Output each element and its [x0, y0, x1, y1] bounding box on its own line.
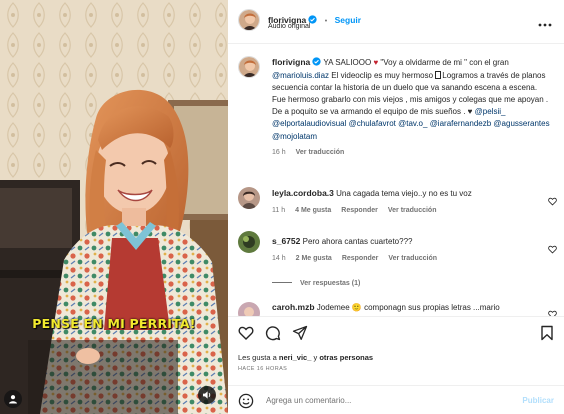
post-time-ago[interactable]: HACE 16 HORAS — [238, 366, 287, 372]
send-icon — [292, 325, 308, 340]
comment-item: s_6752 Pero ahora cantas cuarteto??? 14 … — [272, 236, 542, 289]
mention-link[interactable]: @mojolatam — [272, 132, 317, 141]
share-button[interactable] — [292, 325, 308, 346]
comment-avatar[interactable] — [238, 302, 260, 316]
post-panel: florivigna • Seguir Audio original flori… — [228, 0, 564, 414]
comment-reply-button[interactable]: Responder — [342, 253, 379, 264]
emoji-button[interactable] — [238, 393, 254, 414]
comment-avatar[interactable] — [238, 187, 260, 209]
heart-icon — [548, 245, 557, 254]
bookmark-icon — [541, 325, 553, 341]
comment-username[interactable]: s_6752 — [272, 236, 300, 246]
comment-item: leyla.cordoba.3 Una cagada tema viejo..y… — [272, 188, 542, 216]
mute-button[interactable] — [198, 386, 216, 404]
mention-link[interactable]: @tav.o_ — [398, 119, 427, 128]
like-button[interactable] — [238, 325, 254, 346]
header-separator: • — [324, 18, 328, 25]
mention-link[interactable]: @chulafavrot — [349, 119, 396, 128]
audio-label[interactable]: Audio original — [268, 23, 310, 30]
comment-like-button[interactable] — [548, 241, 557, 259]
comment-likes[interactable]: 2 Me gusta — [296, 253, 332, 264]
user-tag-button[interactable] — [4, 390, 22, 408]
comment-item-partial: caroh.mzb Jodemee 🙂 componagn sus propia… — [228, 298, 564, 316]
post-header: florivigna • Seguir Audio original — [228, 0, 564, 44]
comment-text: Una cagada tema viejo..y no es tu voz — [336, 189, 472, 198]
emoji-icon — [238, 393, 254, 409]
add-comment-bar: Agrega un comentario... Publicar — [228, 385, 564, 414]
likes-prefix: Les gusta a — [238, 353, 279, 362]
comment-translate-button[interactable]: Ver traducción — [388, 205, 437, 216]
comment-avatar[interactable] — [238, 231, 260, 253]
caption-translate-link[interactable]: Ver traducción — [296, 147, 345, 159]
comment-translate-button[interactable]: Ver traducción — [388, 253, 437, 264]
liked-by-others[interactable]: otras personas — [319, 353, 373, 362]
comment-reply-button[interactable]: Responder — [341, 205, 378, 216]
emoji-icon: 🙂 — [351, 303, 362, 312]
comment-like-button[interactable] — [548, 193, 557, 211]
comment-username[interactable]: caroh.mzb — [272, 302, 315, 312]
missing-emoji-icon — [435, 71, 442, 80]
mention-link[interactable]: @iarafernandezb — [430, 119, 492, 128]
heart-icon — [548, 197, 557, 206]
caption-text-1: YA SALIOOO — [321, 58, 374, 67]
comment-time[interactable]: 11 h — [272, 205, 285, 216]
caption-time[interactable]: 16 h — [272, 147, 286, 159]
save-button[interactable] — [540, 325, 554, 346]
more-options-button[interactable] — [538, 14, 552, 32]
mention-link[interactable]: @marioluis.diaz — [272, 71, 329, 80]
comment-like-button[interactable] — [548, 306, 557, 316]
post-caption: florivigna YA SALIOOO ♥ "Voy a olvidarme… — [272, 56, 550, 159]
comment-likes[interactable]: 4 Me gusta — [295, 205, 331, 216]
author-avatar[interactable] — [238, 9, 260, 31]
comment-text-2: componagn sus propias letras ...mario — [364, 303, 500, 312]
more-icon — [538, 23, 552, 27]
comment-input[interactable]: Agrega un comentario... — [266, 396, 351, 405]
caption-username[interactable]: florivigna — [272, 57, 310, 67]
likes-summary: Les gusta a neri_vic_ y otras personas — [238, 353, 373, 362]
comment-button[interactable] — [265, 325, 281, 346]
heart-icon — [238, 326, 254, 340]
video-subtitle: PENSE EN MI PERRITA! — [32, 316, 196, 331]
comment-text: Jodemee — [316, 303, 350, 312]
video-frame — [0, 0, 228, 414]
replies-line — [272, 282, 292, 283]
video-player[interactable]: PENSE EN MI PERRITA! — [0, 0, 228, 414]
follow-button[interactable]: Seguir — [335, 15, 361, 25]
liked-by-user[interactable]: neri_vic_ — [279, 353, 312, 362]
comment-icon — [265, 326, 281, 341]
mention-link[interactable]: @elportalaudiovisual — [272, 119, 346, 128]
comment-time[interactable]: 14 h — [272, 253, 286, 264]
caption-avatar[interactable] — [238, 56, 260, 78]
view-replies-label[interactable]: Ver respuestas (1) — [300, 280, 360, 287]
comment-text: Pero ahora cantas cuarteto??? — [302, 237, 413, 246]
mention-link[interactable]: @agusserantes — [493, 119, 549, 128]
post-actions: Les gusta a neri_vic_ y otras personas H… — [228, 316, 564, 414]
publish-button[interactable]: Publicar — [522, 396, 554, 405]
view-replies-button[interactable]: Ver respuestas (1) — [272, 278, 542, 289]
comment-meta: 11 h 4 Me gusta Responder Ver traducción — [272, 205, 542, 216]
caption-text-3: El videoclip es muy hermoso — [329, 71, 436, 81]
user-icon — [9, 395, 17, 404]
mention-link[interactable]: @pelsii_ — [475, 107, 506, 116]
comment-username[interactable]: leyla.cordoba.3 — [272, 188, 334, 198]
comment-meta: 14 h 2 Me gusta Responder Ver traducción — [272, 253, 542, 264]
caption-meta: 16 h Ver traducción — [272, 147, 550, 159]
verified-icon — [312, 57, 321, 70]
sound-icon — [203, 391, 211, 399]
caption-text-2: "Voy a olvidarme de mi " con el gran — [378, 58, 509, 67]
